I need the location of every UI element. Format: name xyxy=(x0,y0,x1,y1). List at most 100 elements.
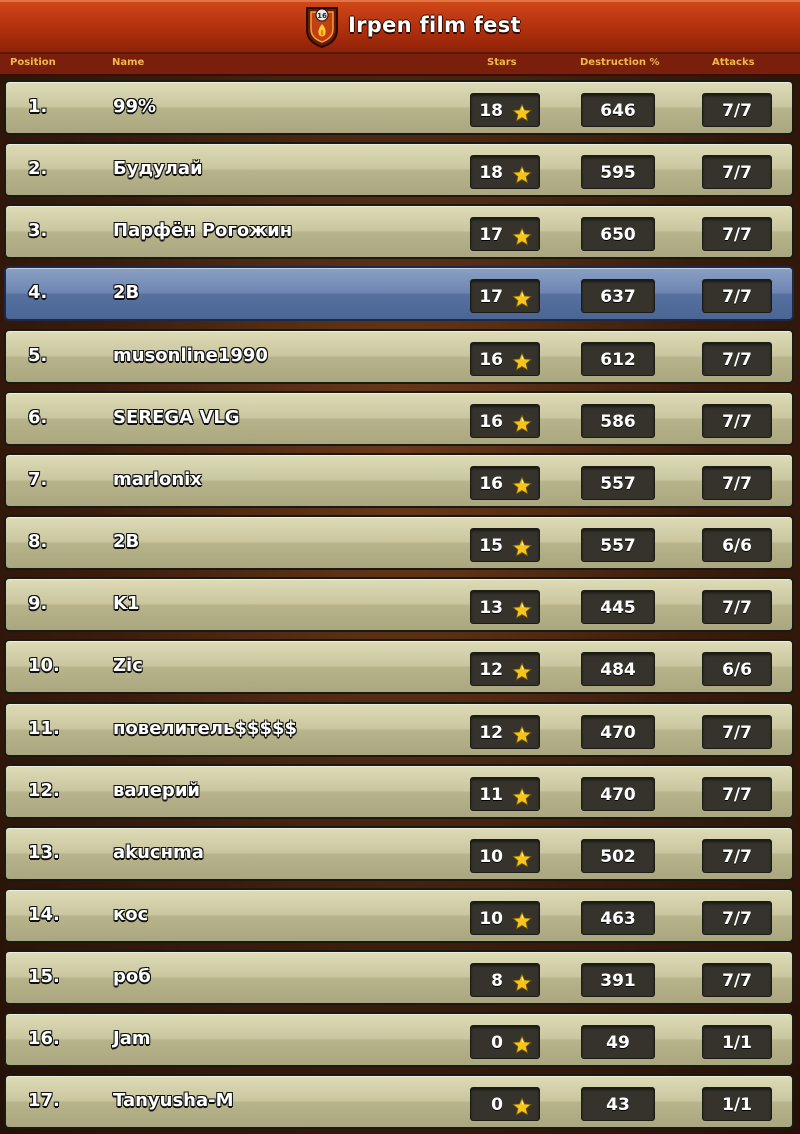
column-position-label: Position xyxy=(10,57,56,68)
ranking-row[interactable]: 3. Парфён Рогожин 17 650 7/7 xyxy=(4,204,794,259)
star-icon xyxy=(512,225,532,246)
stars-value: 0 xyxy=(491,1095,503,1115)
player-name: кос xyxy=(113,904,149,925)
attacks-value: 7/7 xyxy=(702,279,772,313)
clan-badge-icon: 16 xyxy=(306,7,338,48)
star-icon xyxy=(512,287,532,308)
ranking-row[interactable]: 6. SEREGA VLG 16 586 7/7 xyxy=(4,391,794,446)
ranking-row[interactable]: 17. Tanyusha-M 0 43 1/1 xyxy=(4,1074,794,1129)
player-name: 2B xyxy=(113,282,140,303)
star-icon xyxy=(512,412,532,433)
page-title: Irpen film fest xyxy=(348,13,521,37)
player-name: роб xyxy=(113,966,151,987)
rank-position: 3. xyxy=(28,220,48,241)
player-name: Jam xyxy=(113,1028,151,1049)
destruction-value: 463 xyxy=(581,901,655,935)
stars-box: 16 xyxy=(470,466,540,500)
stars-box: 11 xyxy=(470,777,540,811)
column-attacks-label: Attacks xyxy=(712,57,755,68)
attacks-value: 6/6 xyxy=(702,652,772,686)
attacks-value: 7/7 xyxy=(702,155,772,189)
destruction-value: 650 xyxy=(581,217,655,251)
player-name: 99% xyxy=(113,96,157,117)
destruction-value: 557 xyxy=(581,466,655,500)
ranking-row[interactable]: 2. Будулай 18 595 7/7 xyxy=(4,142,794,197)
column-destruction-label: Destruction % xyxy=(580,57,660,68)
stars-value: 17 xyxy=(479,225,503,245)
star-icon xyxy=(512,163,532,184)
ranking-row[interactable]: 16. Jam 0 49 1/1 xyxy=(4,1012,794,1067)
star-icon xyxy=(512,723,532,744)
rank-position: 12. xyxy=(28,780,60,801)
attacks-value: 1/1 xyxy=(702,1025,772,1059)
attacks-value: 7/7 xyxy=(702,93,772,127)
attacks-value: 7/7 xyxy=(702,963,772,997)
destruction-value: 502 xyxy=(581,839,655,873)
stars-value: 17 xyxy=(479,287,503,307)
stars-value: 11 xyxy=(479,785,503,805)
player-name: 2B xyxy=(113,531,140,552)
destruction-value: 391 xyxy=(581,963,655,997)
player-name: Tanyusha-M xyxy=(113,1090,234,1111)
ranking-row[interactable]: 14. кос 10 463 7/7 xyxy=(4,888,794,943)
stars-box: 10 xyxy=(470,839,540,873)
svg-text:16: 16 xyxy=(317,12,327,20)
destruction-value: 586 xyxy=(581,404,655,438)
column-stars-label: Stars xyxy=(487,57,517,68)
destruction-value: 612 xyxy=(581,342,655,376)
stars-value: 13 xyxy=(479,598,503,618)
player-name: marlonix xyxy=(113,469,202,490)
destruction-value: 49 xyxy=(581,1025,655,1059)
attacks-value: 7/7 xyxy=(702,901,772,935)
ranking-row[interactable]: 9. K1 13 445 7/7 xyxy=(4,577,794,632)
ranking-row[interactable]: 10. Zic 12 484 6/6 xyxy=(4,639,794,694)
stars-box: 8 xyxy=(470,963,540,997)
ranking-row[interactable]: 8. 2B 15 557 6/6 xyxy=(4,515,794,570)
destruction-value: 595 xyxy=(581,155,655,189)
star-icon xyxy=(512,598,532,619)
stars-value: 0 xyxy=(491,1033,503,1053)
destruction-value: 484 xyxy=(581,652,655,686)
stars-box: 0 xyxy=(470,1087,540,1121)
rank-position: 16. xyxy=(28,1028,60,1049)
star-icon xyxy=(512,785,532,806)
stars-box: 18 xyxy=(470,155,540,189)
attacks-value: 7/7 xyxy=(702,342,772,376)
player-name: akucнma xyxy=(113,842,204,863)
stars-value: 18 xyxy=(479,101,503,121)
star-icon xyxy=(512,971,532,992)
star-icon xyxy=(512,101,532,122)
stars-box: 18 xyxy=(470,93,540,127)
ranking-row[interactable]: 12. валерий 11 470 7/7 xyxy=(4,764,794,819)
player-name: повелитель$$$$$ xyxy=(113,718,298,739)
rank-position: 2. xyxy=(28,158,48,179)
star-icon xyxy=(512,350,532,371)
column-name-label: Name xyxy=(112,57,145,68)
star-icon xyxy=(512,1033,532,1054)
ranking-row[interactable]: 1. 99% 18 646 7/7 xyxy=(4,80,794,135)
ranking-row[interactable]: 13. akucнma 10 502 7/7 xyxy=(4,826,794,881)
player-name: SEREGA VLG xyxy=(113,407,240,428)
ranking-row[interactable]: 4. 2B 17 637 7/7 xyxy=(4,266,794,321)
ranking-row[interactable]: 15. роб 8 391 7/7 xyxy=(4,950,794,1005)
stars-box: 17 xyxy=(470,217,540,251)
ranking-row[interactable]: 5. musonline1990 16 612 7/7 xyxy=(4,329,794,384)
rank-position: 17. xyxy=(28,1090,60,1111)
destruction-value: 470 xyxy=(581,715,655,749)
ranking-row[interactable]: 7. marlonix 16 557 7/7 xyxy=(4,453,794,508)
star-icon xyxy=(512,660,532,681)
attacks-value: 1/1 xyxy=(702,1087,772,1121)
ranking-row[interactable]: 11. повелитель$$$$$ 12 470 7/7 xyxy=(4,702,794,757)
stars-value: 16 xyxy=(479,412,503,432)
rank-position: 11. xyxy=(28,718,60,739)
star-icon xyxy=(512,474,532,495)
stars-value: 16 xyxy=(479,474,503,494)
destruction-value: 43 xyxy=(581,1087,655,1121)
rank-position: 7. xyxy=(28,469,48,490)
destruction-value: 646 xyxy=(581,93,655,127)
rank-position: 10. xyxy=(28,655,60,676)
player-name: musonline1990 xyxy=(113,345,268,366)
stars-box: 15 xyxy=(470,528,540,562)
rank-position: 14. xyxy=(28,904,60,925)
star-icon xyxy=(512,1095,532,1116)
